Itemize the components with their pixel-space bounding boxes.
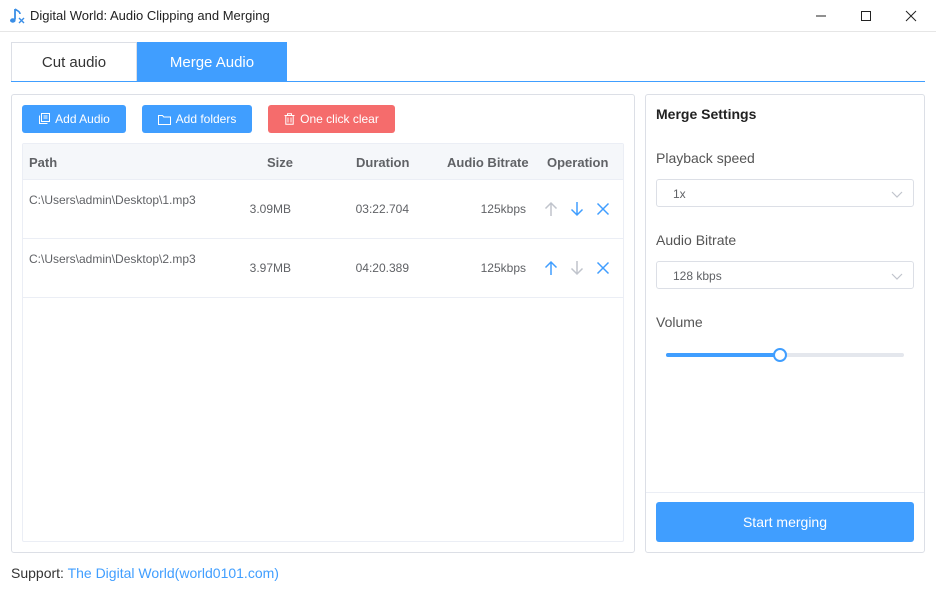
close-icon [905,10,917,22]
settings-title: Merge Settings [656,106,757,122]
folder-icon [157,114,171,125]
files-icon [39,113,51,124]
playback-speed-value: 1x [673,187,686,201]
move-down-button[interactable] [568,258,586,278]
arrow-down-icon [570,202,584,217]
file-list-panel: Add Audio Add folders One click clear Pa… [11,94,635,553]
title-bar: Digital World: Audio Clipping and Mergin… [0,0,936,32]
table-row[interactable]: C:\Users\admin\Desktop\1.mp3 3.09MB 03:2… [23,180,623,239]
column-header-duration: Duration [356,155,410,170]
audio-bitrate-select[interactable]: 128 kbps [656,261,914,289]
maximize-icon [861,11,871,21]
cell-bitrate: 125kbps [480,261,526,275]
music-note-icon [10,8,25,24]
one-click-clear-button[interactable]: One click clear [268,105,395,133]
move-up-button[interactable] [542,258,560,278]
column-header-bitrate: Audio Bitrate [447,155,529,170]
minimize-icon [816,15,826,17]
column-header-size: Size [267,155,294,170]
chevron-down-icon [891,273,903,280]
remove-button[interactable] [594,258,612,278]
cell-bitrate: 125kbps [480,202,526,216]
tab-cut-audio[interactable]: Cut audio [11,42,137,82]
merge-settings-panel: Merge Settings Playback speed 1x Audio B… [645,94,925,553]
trash-icon [284,113,295,125]
cell-path: C:\Users\admin\Desktop\2.mp3 [29,252,196,266]
cell-duration: 04:20.389 [355,261,409,275]
table-header: Path Size Duration Audio Bitrate Operati… [23,144,623,180]
support-line: Support: The Digital World(world0101.com… [11,565,279,581]
volume-slider-handle[interactable] [773,348,788,362]
remove-button[interactable] [594,199,612,219]
divider [646,492,924,493]
tab-underline [11,81,925,82]
volume-label: Volume [656,314,703,330]
move-down-button[interactable] [568,199,586,219]
close-icon [596,202,610,216]
cell-size: 3.97MB [249,261,291,275]
arrow-up-icon [544,260,558,275]
playback-speed-label: Playback speed [656,150,755,166]
tab-merge-audio[interactable]: Merge Audio [137,42,287,82]
add-audio-button[interactable]: Add Audio [22,105,126,133]
close-icon [596,261,610,275]
cell-path: C:\Users\admin\Desktop\1.mp3 [29,193,196,207]
chevron-down-icon [891,191,903,198]
audio-bitrate-value: 128 kbps [673,269,722,283]
cell-size: 3.09MB [249,202,291,216]
maximize-button[interactable] [843,0,889,32]
volume-slider-fill [666,353,781,357]
column-header-path: Path [29,155,58,170]
window-title: Digital World: Audio Clipping and Mergin… [30,8,270,23]
arrow-up-icon [544,201,558,216]
add-folders-label: Add folders [175,112,237,126]
cell-duration: 03:22.704 [355,202,409,216]
audio-bitrate-label: Audio Bitrate [656,232,737,248]
support-label: Support: [11,565,68,581]
add-folders-button[interactable]: Add folders [142,105,252,133]
table-row[interactable]: C:\Users\admin\Desktop\2.mp3 3.97MB 04:2… [23,239,623,298]
column-header-operation: Operation [547,155,609,170]
playback-speed-select[interactable]: 1x [656,179,914,207]
start-merging-button[interactable]: Start merging [656,502,914,542]
audio-table: Path Size Duration Audio Bitrate Operati… [22,143,624,542]
support-link[interactable]: The Digital World(world0101.com) [68,565,279,581]
arrow-down-icon [570,261,584,276]
one-click-clear-label: One click clear [300,112,379,126]
close-window-button[interactable] [888,0,934,32]
move-up-button[interactable] [542,199,560,219]
minimize-button[interactable] [798,0,844,32]
volume-slider[interactable] [666,348,904,362]
add-audio-label: Add Audio [55,112,110,126]
